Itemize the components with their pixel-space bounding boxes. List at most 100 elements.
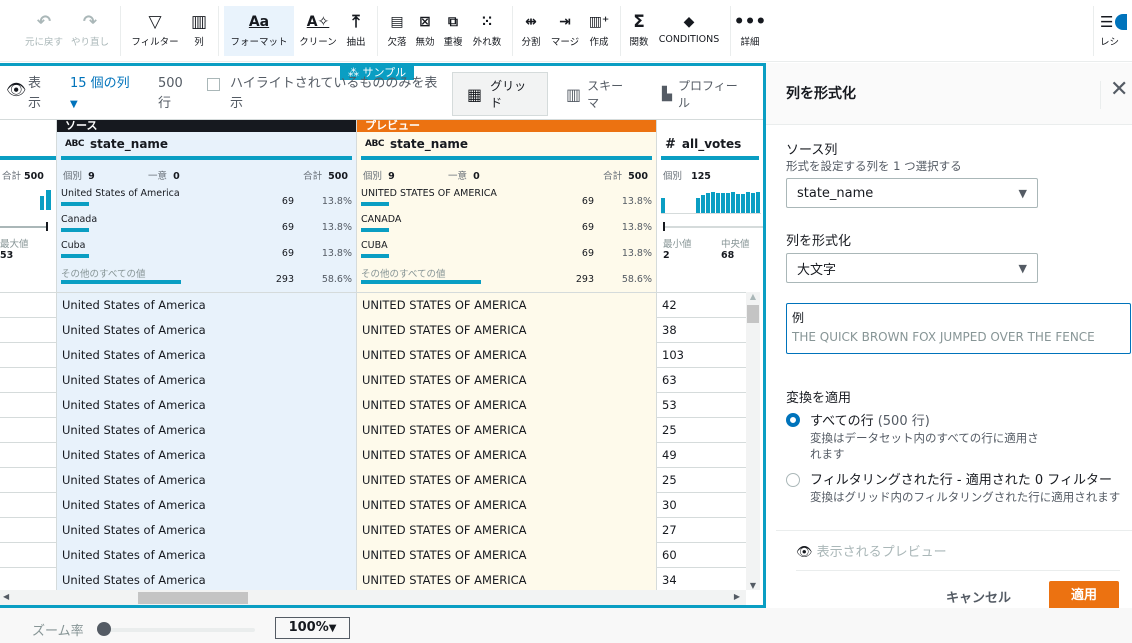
source-cell[interactable]: United States of America [56,368,356,393]
preview-cell[interactable]: UNITED STATES OF AMERICA [356,318,656,343]
votes-cell[interactable]: 53 [656,393,746,418]
source-cell[interactable]: United States of America [56,493,356,518]
format-button[interactable]: Aa フォーマット [224,6,294,56]
source-cell[interactable]: United States of America [56,318,356,343]
invalid-button[interactable]: ⊠ 無効 [412,6,438,56]
preview-toggle[interactable]: 👁 表示されるプレビュー [796,541,947,560]
horizontal-scrollbar[interactable]: ◀ ▶ [0,590,746,605]
column-header-preview[interactable]: プレビュー ABC state_name 個別 9 一意 0 合計 500 UNI… [356,120,656,292]
preview-cell[interactable]: UNITED STATES OF AMERICA [356,418,656,443]
table-row[interactable]: United States of America UNITED STATES OF… [0,518,746,543]
close-icon[interactable]: ✕ [1110,77,1128,102]
source-cell[interactable]: United States of America [56,543,356,568]
scroll-right-icon[interactable]: ▶ [734,592,740,601]
radio-filtered-rows[interactable] [786,473,800,487]
table-row[interactable]: United States of America UNITED STATES OF… [0,493,746,518]
top-value-item[interactable]: Cuba 69 13.8% [57,240,356,266]
table-row[interactable]: United States of America UNITED STATES OF… [0,293,746,318]
table-cell[interactable] [0,293,56,318]
view-grid-button[interactable]: ▦ グリッド [452,72,548,116]
preview-cell[interactable]: UNITED STATES OF AMERICA [356,543,656,568]
table-cell[interactable] [0,518,56,543]
votes-cell[interactable]: 49 [656,443,746,468]
source-cell[interactable]: United States of America [56,393,356,418]
table-cell[interactable] [0,543,56,568]
table-row[interactable]: United States of America UNITED STATES OF… [0,468,746,493]
column-header-all-votes[interactable]: # all_votes 個別 125 最小値 2 中央値 68 [656,120,763,292]
top-value-item[interactable]: CANADA 69 13.8% [357,214,656,240]
column-header-source[interactable]: ソース ABC state_name 個別 9 一意 0 合計 500 Unite… [56,120,356,292]
top-value-item[interactable]: United States of America 69 13.8% [57,188,356,214]
votes-cell[interactable]: 42 [656,293,746,318]
top-value-item[interactable]: CUBA 69 13.8% [357,240,656,266]
split-button[interactable]: ⇹ 分割 [518,6,544,56]
votes-cell[interactable]: 103 [656,343,746,368]
outliers-button[interactable]: ⁙ 外れ数 [468,6,506,56]
cancel-button[interactable]: キャンセル [946,587,1011,606]
table-row[interactable]: United States of America UNITED STATES OF… [0,368,746,393]
scroll-thumb[interactable] [747,305,759,323]
apply-button[interactable]: 適用 [1049,581,1119,611]
votes-cell[interactable]: 25 [656,468,746,493]
top-value-item[interactable]: UNITED STATES OF AMERICA 69 13.8% [357,188,656,214]
view-profile-button[interactable]: ▙ プロフィール [648,72,758,116]
table-cell[interactable] [0,318,56,343]
vertical-scrollbar[interactable]: ▲ ▼ [746,292,760,590]
votes-cell[interactable]: 63 [656,368,746,393]
preview-cell[interactable]: UNITED STATES OF AMERICA [356,343,656,368]
column-button[interactable]: ▥ 列 [186,6,212,56]
table-row[interactable]: United States of America UNITED STATES OF… [0,318,746,343]
table-cell[interactable] [0,443,56,468]
scroll-thumb[interactable] [138,592,248,604]
top-value-item[interactable]: その他のすべての値 293 58.6% [57,266,356,292]
table-cell[interactable] [0,493,56,518]
preview-cell[interactable]: UNITED STATES OF AMERICA [356,443,656,468]
table-cell[interactable] [0,418,56,443]
scroll-up-icon[interactable]: ▲ [746,292,760,301]
format-type-select[interactable]: 大文字 ▼ [786,253,1038,283]
top-value-item[interactable]: Canada 69 13.8% [57,214,356,240]
table-cell[interactable] [0,393,56,418]
votes-cell[interactable]: 25 [656,418,746,443]
preview-cell[interactable]: UNITED STATES OF AMERICA [356,293,656,318]
view-schema-button[interactable]: ▥ スキーマ [552,72,644,116]
source-cell[interactable]: United States of America [56,518,356,543]
preview-cell[interactable]: UNITED STATES OF AMERICA [356,393,656,418]
columns-dropdown[interactable]: 15 個の列 ▼ [70,74,130,115]
duplicate-button[interactable]: ⧉ 重複 [440,6,466,56]
table-row[interactable]: United States of America UNITED STATES OF… [0,418,746,443]
filter-button[interactable]: ▽ フィルター [128,6,182,56]
show-toggle[interactable]: 表示 [28,74,46,114]
table-row[interactable]: United States of America UNITED STATES OF… [0,443,746,468]
table-cell[interactable] [0,343,56,368]
votes-cell[interactable]: 30 [656,493,746,518]
missing-button[interactable]: ▤ 欠落 [384,6,410,56]
preview-cell[interactable]: UNITED STATES OF AMERICA [356,368,656,393]
functions-button[interactable]: Σ 関数 [626,6,652,56]
scroll-down-icon[interactable]: ▼ [746,581,760,590]
recipe-button[interactable]: ☰ レシ [1100,6,1132,56]
votes-cell[interactable]: 27 [656,518,746,543]
highlight-checkbox[interactable] [207,78,220,91]
merge-button[interactable]: ⇥ マージ [548,6,582,56]
votes-cell[interactable]: 38 [656,318,746,343]
zoom-slider[interactable] [100,628,255,632]
details-button[interactable]: ••• 詳細 [734,6,767,56]
source-cell[interactable]: United States of America [56,293,356,318]
undo-button[interactable]: ↶ 元に戻す [22,6,66,56]
table-row[interactable]: United States of America UNITED STATES OF… [0,393,746,418]
table-cell[interactable] [0,368,56,393]
zoom-select[interactable]: 100%▼ [275,617,350,639]
redo-button[interactable]: ↷ やり直し [68,6,112,56]
create-button[interactable]: ▥⁺ 作成 [586,6,612,56]
source-column-select[interactable]: state_name ▼ [786,178,1038,208]
table-cell[interactable] [0,468,56,493]
zoom-slider-handle[interactable] [97,622,111,636]
scroll-left-icon[interactable]: ◀ [3,592,9,601]
extract-button[interactable]: ⤒ 抽出 [342,6,370,56]
source-cell[interactable]: United States of America [56,418,356,443]
source-cell[interactable]: United States of America [56,468,356,493]
votes-cell[interactable]: 60 [656,543,746,568]
source-cell[interactable]: United States of America [56,343,356,368]
preview-cell[interactable]: UNITED STATES OF AMERICA [356,493,656,518]
